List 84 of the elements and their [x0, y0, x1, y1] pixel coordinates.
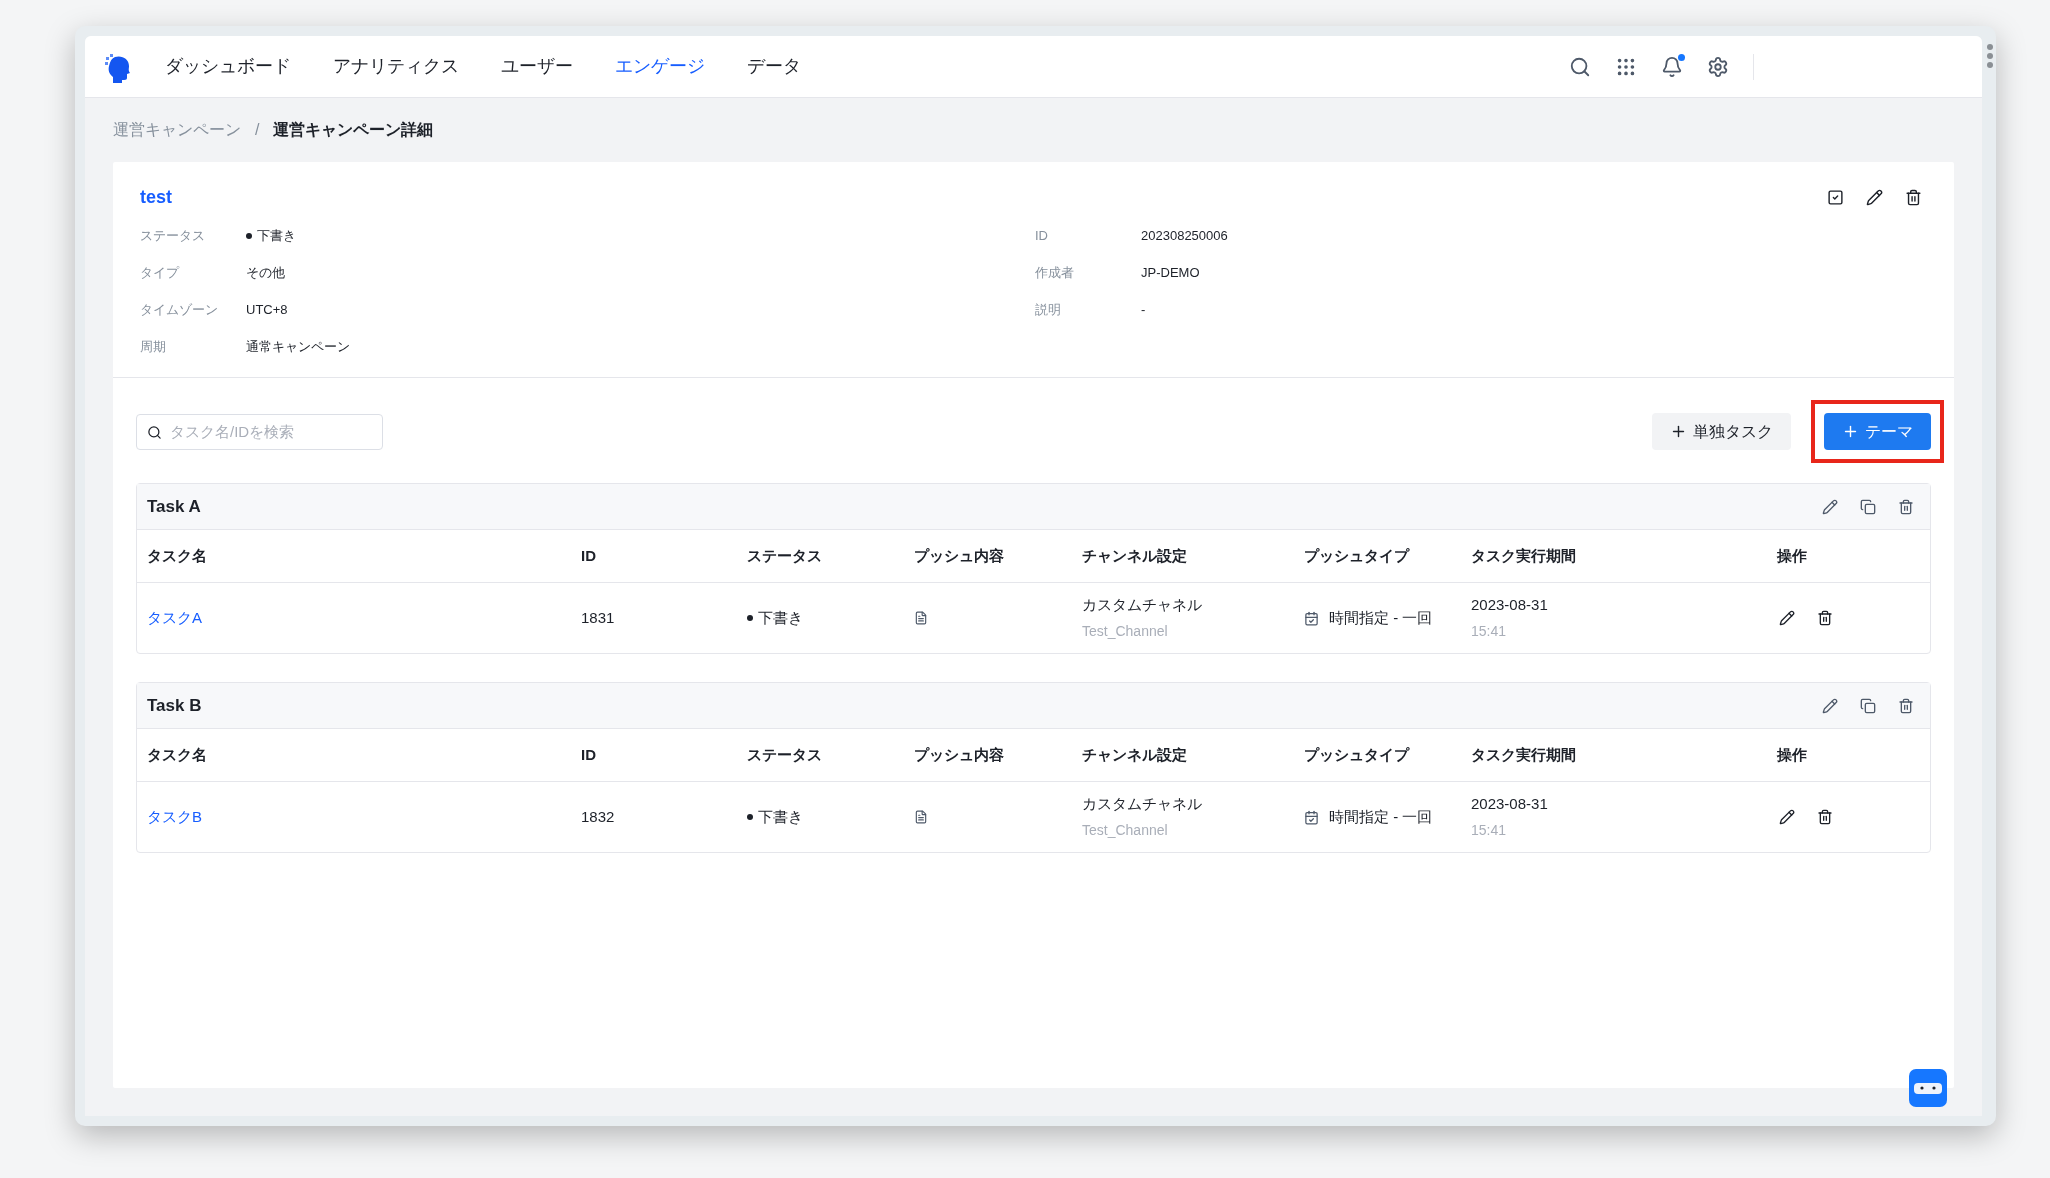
table-cell-text: Test_Channel [1082, 820, 1169, 840]
more-icon[interactable] [1987, 44, 1993, 68]
add-button[interactable]: 単独タスク [1652, 413, 1791, 450]
column-header: チャンネル設定 [1082, 545, 1188, 566]
column-header: ステータス [747, 545, 823, 566]
table-cell-text: 2023-08-31 [1471, 794, 1549, 815]
delete-icon[interactable] [1817, 809, 1833, 825]
breadcrumb-separator: / [255, 120, 260, 140]
field-value: - [1141, 300, 1146, 319]
search-icon [147, 424, 162, 440]
nav-tab[interactable]: ユーザー [501, 53, 573, 80]
edit-icon[interactable] [1779, 610, 1795, 626]
delete-icon[interactable] [1898, 697, 1914, 714]
table-cell-text: 時間指定 - 一回 [1329, 607, 1433, 628]
group-title: Task A [147, 495, 201, 518]
field-label: 作成者 [1035, 263, 1075, 282]
column-header: 操作 [1777, 545, 1808, 566]
chat-bot-button[interactable] [1909, 1069, 1947, 1107]
table-cell-text: 2023-08-31 [1471, 595, 1549, 616]
table-cell-text: 1831 [581, 607, 616, 628]
add-button[interactable]: テーマ [1824, 413, 1931, 450]
column-header: チャンネル設定 [1082, 744, 1188, 765]
delete-icon[interactable] [1905, 189, 1922, 206]
column-header: 操作 [1777, 744, 1808, 765]
table-cell-text: カスタムチャネル [1082, 595, 1203, 616]
plus-icon [1670, 423, 1687, 440]
column-header: ID [581, 545, 597, 566]
column-header: プッシュタイプ [1304, 744, 1411, 765]
table-cell-text: カスタムチャネル [1082, 794, 1203, 815]
field-label: タイプ [140, 263, 181, 282]
task-link[interactable]: タスクA [147, 606, 581, 630]
nav-tab[interactable]: エンゲージ [615, 53, 705, 80]
status-text: 下書き [758, 607, 803, 628]
column-header: タスク名 [147, 744, 208, 765]
status-text: 下書き [257, 226, 296, 245]
field-label: ID [1035, 226, 1049, 245]
column-header: ステータス [747, 744, 823, 765]
edit-icon[interactable] [1866, 189, 1883, 206]
search-icon[interactable] [1569, 55, 1591, 78]
column-header: タスク名 [147, 545, 208, 566]
field-value: JP-DEMO [1141, 263, 1200, 282]
table-cell-text: 時間指定 - 一回 [1329, 806, 1433, 827]
copy-icon[interactable] [1860, 498, 1876, 515]
column-header: プッシュ内容 [914, 545, 1005, 566]
nav-tab[interactable]: データ [747, 53, 801, 80]
field-value: UTC+8 [246, 300, 288, 319]
field-label: 説明 [1035, 300, 1062, 319]
table-cell-text: 15:41 [1471, 820, 1508, 840]
check-icon[interactable] [1827, 189, 1844, 206]
edit-icon[interactable] [1822, 498, 1838, 515]
group-title: Task B [147, 694, 202, 717]
search-field[interactable]: タスク名/IDを検索 [136, 413, 383, 450]
calendar-icon [1304, 610, 1319, 626]
table-cell-text: 15:41 [1471, 621, 1508, 641]
nav-tab[interactable]: ダッシュボード [165, 53, 291, 80]
column-header: ID [581, 744, 597, 765]
copy-icon[interactable] [1860, 697, 1876, 714]
plus-icon [1842, 423, 1859, 440]
task-link[interactable]: タスクB [147, 805, 581, 829]
document-icon[interactable] [914, 810, 928, 824]
table-cell-text: 1832 [581, 806, 616, 827]
field-label: ステータス [140, 226, 206, 245]
campaign-title: test [140, 186, 172, 209]
field-value: その他 [246, 263, 285, 282]
status-text: 下書き [758, 806, 803, 827]
document-icon[interactable] [914, 611, 928, 625]
notification-icon[interactable] [1661, 55, 1683, 78]
column-header: タスク実行期間 [1471, 545, 1577, 566]
nav-tab[interactable]: アナリティクス [333, 53, 459, 80]
field-value: 通常キャンペーン [246, 337, 350, 356]
delete-icon[interactable] [1898, 498, 1914, 515]
field-label: 周期 [140, 337, 167, 356]
settings-icon[interactable] [1707, 55, 1729, 78]
table-cell-text: Test_Channel [1082, 621, 1169, 641]
delete-icon[interactable] [1817, 610, 1833, 626]
column-header: プッシュ内容 [914, 744, 1005, 765]
edit-icon[interactable] [1779, 809, 1795, 825]
calendar-icon [1304, 809, 1319, 825]
column-header: タスク実行期間 [1471, 744, 1577, 765]
field-value: 202308250006 [1141, 226, 1228, 245]
field-label: タイムゾーン [140, 300, 219, 319]
breadcrumb-current: 運営キャンペーン詳細 [273, 120, 434, 140]
edit-icon[interactable] [1822, 697, 1838, 714]
column-header: プッシュタイプ [1304, 545, 1411, 566]
